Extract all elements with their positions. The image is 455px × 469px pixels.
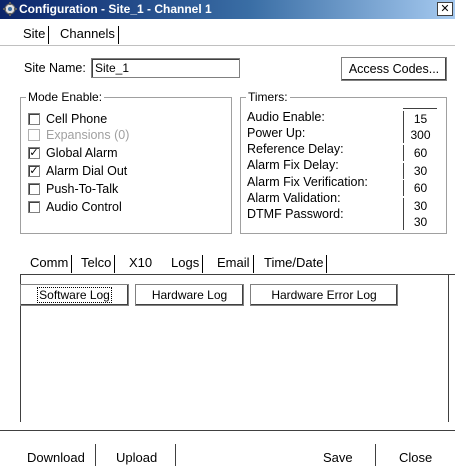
alarm-fix-verification-label: Alarm Fix Verification: — [247, 175, 368, 189]
expansions-label: Expansions (0) — [46, 128, 130, 142]
site-name-input[interactable]: Site_1 — [91, 58, 240, 78]
global-alarm-label: Global Alarm — [46, 146, 118, 160]
download-button[interactable]: Download — [27, 450, 85, 465]
mode-enable-label: Mode Enable: — [26, 90, 105, 104]
tab-logs[interactable]: Logs — [168, 255, 204, 273]
alarm-fix-verification-input[interactable]: 60 — [403, 180, 437, 196]
hardware-error-log-button[interactable]: Hardware Error Log — [250, 284, 398, 306]
software-log-label: Software Log — [37, 287, 112, 303]
access-codes-button[interactable]: Access Codes... — [341, 57, 447, 81]
tab-x10[interactable]: X10 — [126, 255, 155, 273]
check-icon: ✓ — [28, 165, 40, 177]
upload-button[interactable]: Upload — [116, 450, 157, 465]
window-title: Configuration - Site_1 - Channel 1 — [19, 2, 212, 16]
hardware-log-button[interactable]: Hardware Log — [135, 284, 244, 306]
dtmf-password-label: DTMF Password: — [247, 207, 344, 221]
checkbox-box — [28, 183, 40, 195]
save-button[interactable]: Save — [323, 450, 353, 465]
reference-delay-label: Reference Delay: — [247, 142, 344, 156]
close-window-icon[interactable]: ✕ — [437, 2, 453, 16]
power-up-label: Power Up: — [247, 126, 306, 140]
tab-time-date[interactable]: Time/Date — [261, 255, 328, 273]
alarm-validation-input[interactable]: 30 — [403, 198, 437, 214]
tab-email[interactable]: Email — [214, 255, 254, 273]
software-log-button[interactable]: Software Log — [20, 284, 129, 306]
dtmf-password-input[interactable]: 30 — [403, 214, 437, 230]
hardware-error-log-label: Hardware Error Log — [271, 288, 377, 302]
checkbox-box — [28, 113, 40, 125]
tab-site[interactable]: Site — [20, 26, 50, 44]
alarm-dial-out-label: Alarm Dial Out — [46, 164, 128, 178]
alarm-validation-label: Alarm Validation: — [247, 191, 341, 205]
site-name-label: Site Name: — [24, 61, 86, 75]
access-codes-label: Access Codes... — [348, 62, 440, 76]
power-up-input[interactable]: 300 — [403, 127, 437, 143]
tab-comm[interactable]: Comm — [27, 255, 73, 273]
tab-telco[interactable]: Telco — [78, 255, 116, 273]
timers-label: Timers: — [246, 90, 290, 104]
cell-phone-label: Cell Phone — [46, 112, 108, 126]
alarm-fix-delay-input[interactable]: 30 — [403, 163, 437, 179]
alarm-fix-delay-label: Alarm Fix Delay: — [247, 158, 339, 172]
checkbox-box — [28, 129, 40, 141]
reference-delay-input[interactable]: 60 — [403, 145, 437, 161]
gear-app-icon — [3, 2, 17, 16]
tab-channels[interactable]: Channels — [57, 26, 119, 44]
checkbox-box — [28, 201, 40, 213]
close-button[interactable]: Close — [399, 450, 432, 465]
audio-enable-input[interactable]: 15 — [403, 111, 437, 127]
audio-enable-label: Audio Enable: — [247, 110, 325, 124]
audio-control-label: Audio Control — [46, 200, 122, 214]
check-icon: ✓ — [28, 147, 40, 159]
push-to-talk-label: Push-To-Talk — [46, 182, 119, 196]
hardware-log-label: Hardware Log — [151, 288, 228, 302]
